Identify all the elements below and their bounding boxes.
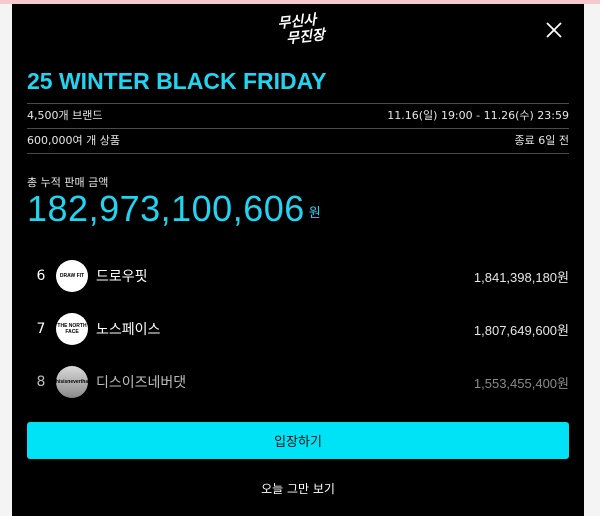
ends-in-badge: 종료 6일 전: [514, 134, 569, 147]
brand-count: 4,500개 브랜드: [27, 109, 103, 122]
total-sales-value: 182,973,100,606: [27, 188, 305, 229]
divider-middle: [27, 128, 569, 129]
brand-logo: DRAW FIT: [56, 260, 88, 292]
ranking-row[interactable]: 6 DRAW FIT 드로우핏 1,841,398,180원: [27, 258, 569, 294]
rank-number: 8: [36, 374, 46, 390]
divider-top: [27, 103, 569, 104]
rank-number: 6: [36, 268, 46, 284]
enter-button[interactable]: 입장하기: [27, 422, 569, 459]
brand-logo: thisisneverthat: [54, 366, 90, 398]
brand-sales: 1,841,398,180원: [473, 269, 569, 285]
dismiss-today-link[interactable]: 오늘 그만 보기: [12, 480, 584, 497]
brand-sales: 1,553,455,400원: [473, 375, 569, 391]
brand-sales: 1,807,649,600원: [473, 322, 569, 338]
page-backdrop-right: [584, 4, 600, 516]
rank-number: 7: [36, 321, 46, 337]
logo-line-2: 무진장: [285, 27, 326, 48]
ranking-row[interactable]: 7 THE NORTH FACE 노스페이스 1,807,649,600원: [27, 311, 569, 347]
product-count: 600,000여 개 상품: [27, 134, 120, 147]
event-title: 25 WINTER BLACK FRIDAY: [27, 68, 327, 94]
close-icon: [546, 22, 562, 38]
musinsa-mujinjang-logo: 무신사 무진장: [254, 10, 341, 55]
brand-name: 노스페이스: [96, 322, 161, 338]
event-period: 11.16(일) 19:00 - 11.26(수) 23:59: [387, 109, 569, 122]
brand-logo: THE NORTH FACE: [56, 313, 88, 345]
close-button[interactable]: [542, 18, 566, 42]
brand-name: 디스이즈네버댓: [96, 375, 187, 391]
total-sales-unit: 원: [308, 205, 322, 220]
info-row-brands: 4,500개 브랜드 11.16(일) 19:00 - 11.26(수) 23:…: [27, 106, 569, 124]
ranking-row[interactable]: 8 thisisneverthat 디스이즈네버댓 1,553,455,400원: [27, 364, 569, 400]
divider-bottom: [27, 153, 569, 154]
page-backdrop-left: [0, 4, 12, 516]
info-row-products: 600,000여 개 상품 종료 6일 전: [27, 131, 569, 149]
total-sales-amount: 182,973,100,606 원: [27, 188, 321, 230]
black-friday-modal: 무신사 무진장 25 WINTER BLACK FRIDAY 4,500개 브랜…: [12, 4, 584, 516]
brand-name: 드로우핏: [96, 269, 148, 285]
